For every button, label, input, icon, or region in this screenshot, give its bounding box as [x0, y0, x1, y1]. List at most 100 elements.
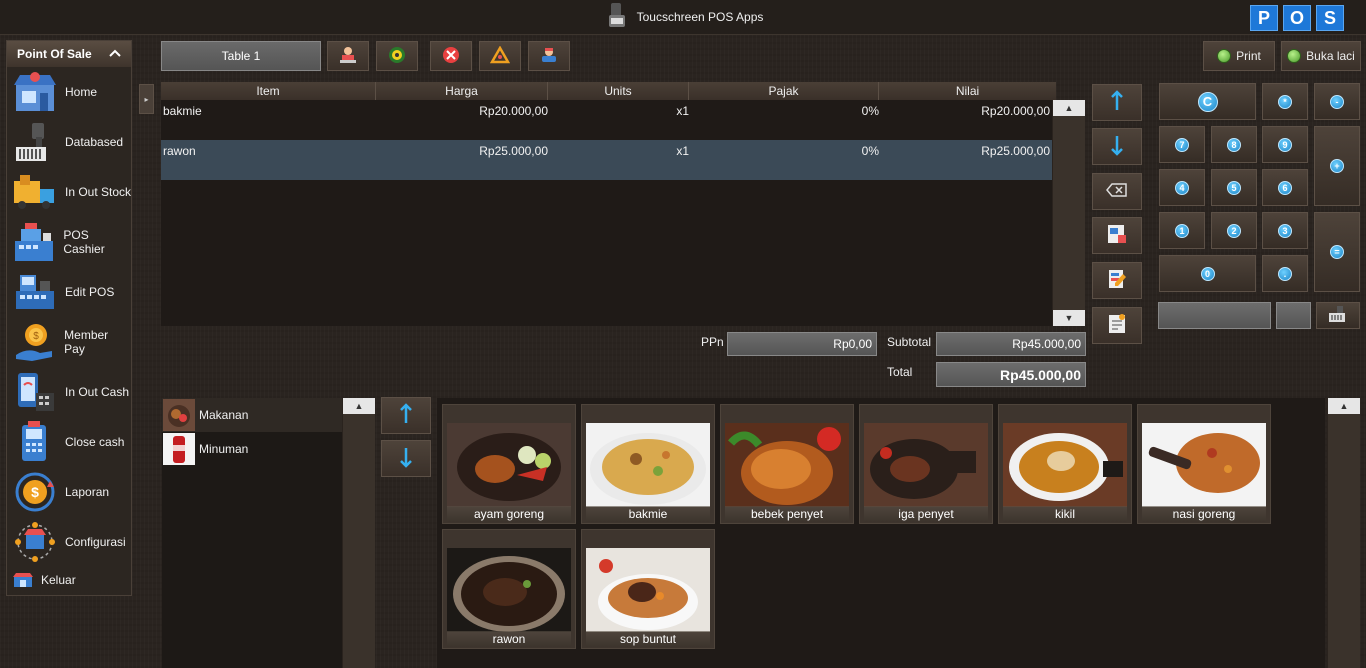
multiply-key[interactable]: *: [1262, 83, 1308, 120]
edit-line-button[interactable]: [1092, 262, 1142, 299]
scroll-up-button[interactable]: ▲: [1053, 100, 1085, 116]
sidebar-toggle-handle[interactable]: ▸: [139, 84, 154, 114]
sidebar-item-configurasi[interactable]: Configurasi: [7, 517, 131, 567]
sidebar-item-home[interactable]: Home: [7, 67, 131, 117]
digit-key-2[interactable]: 2: [1211, 212, 1257, 249]
scroll-up-button[interactable]: ▲: [1328, 398, 1360, 414]
order-grid: Item Harga Units Pajak Nilai bakmie Rp20…: [161, 82, 1056, 326]
sidebar-item-label: In Out Cash: [65, 385, 130, 399]
digit-key-1[interactable]: 1: [1159, 212, 1205, 249]
move-up-button[interactable]: [1092, 84, 1142, 121]
product-name: ayam goreng: [447, 506, 571, 522]
product-tile-bebek-penyet[interactable]: bebek penyet: [720, 404, 854, 524]
column-header[interactable]: Item: [161, 82, 376, 100]
pos-logo: P O S: [1250, 5, 1344, 31]
category-down-button[interactable]: [381, 440, 431, 477]
category-scrollbar[interactable]: ▲: [342, 398, 375, 668]
sidebar-item-close-cash[interactable]: Close cash: [7, 417, 131, 467]
remove-line-button[interactable]: [1092, 173, 1142, 210]
delete-button[interactable]: [430, 41, 472, 71]
table-selector[interactable]: Table 1: [161, 41, 321, 71]
column-header[interactable]: Pajak: [689, 82, 879, 100]
product-grid: ayam goreng bakmie bebek penyet iga peny…: [437, 398, 1325, 668]
keypad-input[interactable]: [1158, 302, 1271, 329]
cell-pajak: 0%: [861, 104, 879, 118]
cell-nilai: Rp20.000,00: [981, 104, 1050, 118]
food-thumbnail-icon: [163, 399, 195, 431]
product-tile-kikil[interactable]: kikil: [998, 404, 1132, 524]
print-button[interactable]: Print: [1203, 41, 1275, 71]
sidebar-item-member-pay[interactable]: $ Member Pay: [7, 317, 131, 367]
sidebar-item-databased[interactable]: Databased: [7, 117, 131, 167]
column-header[interactable]: Units: [548, 82, 689, 100]
minus-key[interactable]: -: [1314, 83, 1360, 120]
subtotal-value: Rp45.000,00: [1012, 337, 1081, 351]
sidebar-item-in-out-cash[interactable]: In Out Cash: [7, 367, 131, 417]
scroll-down-button[interactable]: ▼: [1053, 310, 1085, 326]
product-tile-sop-buntut[interactable]: sop buntut: [581, 529, 715, 649]
target-button[interactable]: [376, 41, 418, 71]
column-header[interactable]: Nilai: [879, 82, 1056, 100]
svg-text:$: $: [33, 331, 39, 342]
note-button[interactable]: [1092, 307, 1142, 344]
product-info-button[interactable]: [1092, 217, 1142, 254]
exit-icon: [11, 570, 35, 590]
barcode-scanner-icon: [11, 120, 59, 164]
table-row[interactable]: rawon Rp25.000,00 x1 0% Rp25.000,00: [161, 140, 1056, 180]
print-icon: [1217, 49, 1232, 63]
split-button[interactable]: [479, 41, 521, 71]
digit-key-5[interactable]: 5: [1211, 169, 1257, 206]
product-tile-ayam-goreng[interactable]: ayam goreng: [442, 404, 576, 524]
product-name: sop buntut: [586, 631, 710, 647]
digit-key-0[interactable]: 0: [1159, 255, 1256, 292]
product-name: bebek penyet: [725, 506, 849, 522]
category-item-minuman[interactable]: Minuman: [162, 432, 342, 466]
clear-key-label: C: [1197, 91, 1218, 112]
product-name: rawon: [447, 631, 571, 647]
digit-key-7[interactable]: 7: [1159, 126, 1205, 163]
clear-key[interactable]: C: [1159, 83, 1256, 120]
digit-key-6[interactable]: 6: [1262, 169, 1308, 206]
digit-key-3[interactable]: 3: [1262, 212, 1308, 249]
product-name: bakmie: [586, 506, 710, 522]
product-tile-nasi-goreng[interactable]: nasi goreng: [1137, 404, 1271, 524]
digit-label: 7: [1175, 137, 1189, 152]
decimal-key[interactable]: .: [1262, 255, 1308, 292]
scroll-up-button[interactable]: ▲: [343, 398, 375, 414]
column-header[interactable]: Harga: [376, 82, 548, 100]
sidebar-item-keluar[interactable]: Keluar: [7, 567, 131, 593]
open-drawer-button[interactable]: Buka laci: [1281, 41, 1361, 71]
sidebar-item-pos-cashier[interactable]: POS Cashier: [7, 217, 131, 267]
barcode-scanner-icon: [1327, 305, 1349, 326]
digit-label: 9: [1278, 137, 1292, 152]
digit-key-4[interactable]: 4: [1159, 169, 1205, 206]
digit-label: 2: [1227, 223, 1241, 238]
barcode-input[interactable]: [1276, 302, 1311, 329]
sidebar-item-in-out-stock[interactable]: In Out Stock: [7, 167, 131, 217]
move-down-button[interactable]: [1092, 128, 1142, 165]
sidebar-item-edit-pos[interactable]: Edit POS: [7, 267, 131, 317]
grid-scrollbar[interactable]: ▲ ▼: [1052, 100, 1085, 326]
product-scrollbar[interactable]: ▲: [1327, 398, 1360, 668]
sidebar-item-laporan[interactable]: $ Laporan: [7, 467, 131, 517]
digit-key-9[interactable]: 9: [1262, 126, 1308, 163]
equals-key[interactable]: =: [1314, 212, 1360, 292]
chevron-down-icon: ▼: [1064, 313, 1074, 323]
cell-nilai: Rp25.000,00: [981, 144, 1050, 158]
food-photo: [864, 423, 988, 507]
chevron-up-icon[interactable]: [109, 47, 121, 61]
product-tile-rawon[interactable]: rawon: [442, 529, 576, 649]
waiter-button[interactable]: [327, 41, 369, 71]
plus-key[interactable]: +: [1314, 126, 1360, 206]
sidebar-header[interactable]: Point Of Sale: [7, 41, 131, 67]
product-tile-bakmie[interactable]: bakmie: [581, 404, 715, 524]
digit-key-8[interactable]: 8: [1211, 126, 1257, 163]
customer-button[interactable]: [528, 41, 570, 71]
table-row[interactable]: bakmie Rp20.000,00 x1 0% Rp20.000,00: [161, 100, 1056, 140]
scroll-track[interactable]: [1053, 116, 1085, 310]
product-tile-iga-penyet[interactable]: iga penyet: [859, 404, 993, 524]
barcode-scan-button[interactable]: [1316, 302, 1360, 329]
category-item-makanan[interactable]: Makanan: [162, 398, 342, 432]
category-up-button[interactable]: [381, 397, 431, 434]
sidebar-item-label: Laporan: [65, 485, 110, 499]
